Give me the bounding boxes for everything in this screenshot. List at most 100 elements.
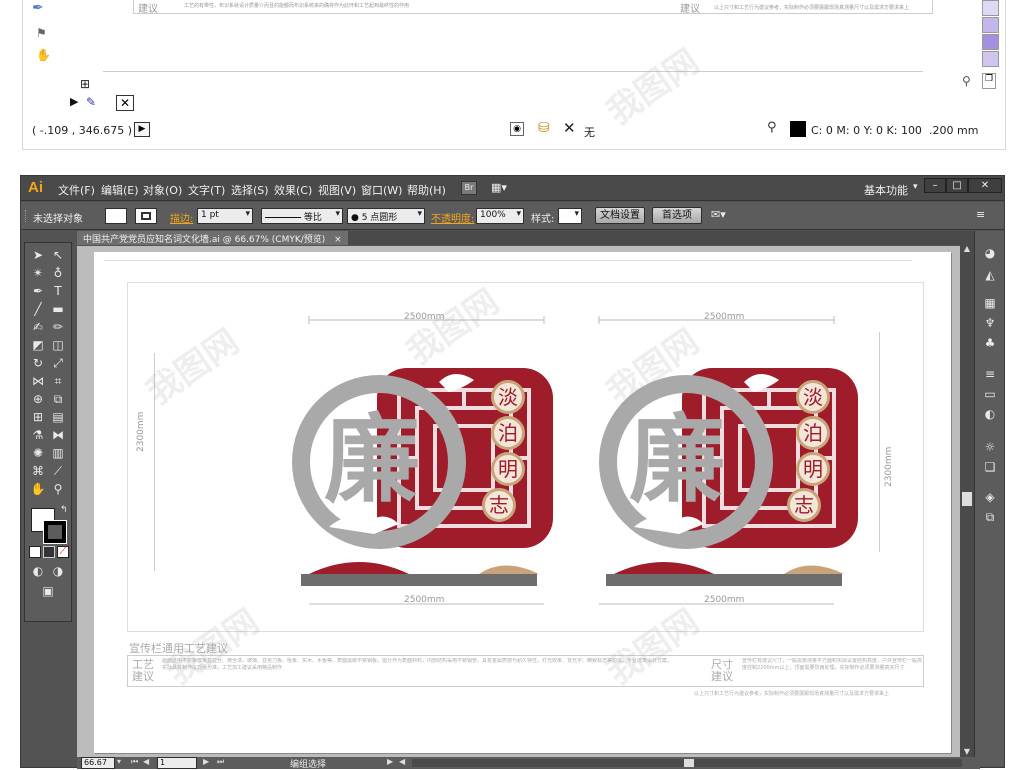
scale-icon[interactable]: ⤢ — [49, 355, 67, 371]
scroll-up-icon[interactable]: ▲ — [961, 244, 973, 254]
draw-behind-icon[interactable]: ◑ — [49, 563, 67, 579]
zoom-dropdown-icon[interactable]: ▾ — [117, 757, 121, 766]
gradient-mode-button[interactable] — [43, 546, 55, 558]
free-transform-icon[interactable]: ⌗ — [49, 373, 67, 389]
symbols-icon[interactable]: ♣ — [981, 335, 999, 351]
play-icon[interactable]: ▶ — [70, 95, 78, 108]
warp-icon[interactable]: ⚑ — [36, 26, 47, 40]
zoom-tool-icon[interactable]: ⚲ — [49, 481, 67, 497]
color-mode-button[interactable] — [29, 546, 41, 558]
transparency-icon[interactable]: ◐ — [981, 406, 999, 422]
close-button[interactable]: ✕ — [968, 178, 1002, 193]
stroke-label[interactable]: 描边: — [170, 210, 193, 225]
color-swatch[interactable] — [982, 34, 999, 50]
opacity-field[interactable]: 100% — [476, 208, 524, 224]
swap-colors-icon[interactable]: ↰ — [60, 505, 68, 515]
horizontal-scroll-thumb[interactable] — [684, 759, 694, 767]
stroke-swatch[interactable] — [135, 208, 157, 224]
copy-icon[interactable]: ❐ — [982, 73, 996, 89]
maximize-button[interactable]: □ — [946, 178, 968, 193]
variable-width-profile[interactable]: 等比 — [261, 208, 343, 224]
design-left[interactable]: 2500mm 2500mm 廉 淡 泊 明 志 — [289, 312, 569, 612]
artboard[interactable]: 2500mm 2500mm 廉 淡 泊 明 志 2300mm 2500mm 25… — [94, 252, 951, 753]
width-tool-icon[interactable]: ⋈ — [29, 373, 47, 389]
paintbrush-icon[interactable]: ✍ — [29, 319, 47, 335]
status-menu-icon[interactable]: ▶ — [387, 757, 393, 766]
graphic-styles-icon[interactable]: ❏ — [981, 459, 999, 475]
eyedropper-icon[interactable]: ✒ — [32, 0, 44, 16]
perspective-grid-icon[interactable]: ⧉ — [49, 391, 67, 407]
selection-tool-icon[interactable]: ➤ — [29, 247, 47, 263]
next-button[interactable]: ▶ — [134, 122, 150, 137]
paint-bucket-icon[interactable]: ⛁ — [538, 120, 550, 136]
menu-object[interactable]: 对象(O) — [143, 182, 182, 198]
pencil-icon[interactable]: ✏ — [49, 319, 67, 335]
line-tool-icon[interactable]: ╱ — [29, 301, 47, 317]
color-swatch[interactable] — [982, 0, 999, 16]
gradient-panel-icon[interactable]: ▭ — [981, 386, 999, 402]
horizontal-scrollbar[interactable] — [412, 759, 962, 767]
panel-menu-icon[interactable]: ≡ — [976, 208, 985, 221]
page-field[interactable]: 1 — [157, 757, 197, 769]
zoom-field[interactable]: 66.67 — [81, 757, 115, 769]
opacity-label[interactable]: 不透明度: — [431, 210, 474, 225]
first-page-icon[interactable]: ⏮ — [131, 757, 138, 767]
last-page-icon[interactable]: ⏭ — [217, 757, 224, 767]
bridge-button[interactable]: Br — [461, 181, 477, 195]
color-panel-icon[interactable]: ◕ — [981, 245, 999, 261]
none-mode-button[interactable]: ⟋ — [57, 546, 69, 558]
fill-swatch[interactable] — [105, 208, 127, 224]
eyedropper-tool-icon[interactable]: ⚗ — [29, 427, 47, 443]
scroll-down-icon[interactable]: ▼ — [961, 747, 973, 757]
camera-icon[interactable]: ◉ — [510, 122, 524, 136]
isolate-icon[interactable]: ✉▾ — [711, 208, 726, 221]
black-color-swatch[interactable] — [790, 121, 806, 137]
menu-edit[interactable]: 编辑(E) — [101, 182, 139, 198]
vertical-scrollbar[interactable]: ▲ ▼ — [960, 242, 974, 761]
layers-icon[interactable]: ◈ — [981, 489, 999, 505]
design-right[interactable]: 2500mm 2500mm 廉 淡 泊 明 志 — [594, 312, 874, 612]
menu-type[interactable]: 文字(T) — [188, 182, 225, 198]
lasso-icon[interactable]: ♁ — [49, 265, 67, 281]
slice-tool-icon[interactable]: ⟋ — [49, 463, 67, 479]
none-stroke-icon[interactable]: ✕ — [563, 119, 576, 137]
color-swatch[interactable] — [982, 17, 999, 33]
scroll-left-icon[interactable]: ◀ — [399, 757, 405, 766]
draw-mode-icon[interactable]: ◐ — [29, 563, 47, 579]
brush-definition[interactable]: ● 5 点圆形 — [347, 208, 425, 224]
stroke-panel-icon[interactable]: ≡ — [981, 366, 999, 382]
zoom-icon[interactable]: ⚲ — [962, 74, 971, 88]
stroke-color-box[interactable] — [43, 520, 67, 544]
artboards-icon[interactable]: ⧉ — [981, 509, 999, 525]
pen-icon[interactable]: ✎ — [86, 95, 96, 109]
document-setup-button[interactable]: 文档设置 — [595, 207, 645, 224]
appearance-icon[interactable]: ☼ — [981, 439, 999, 455]
menu-effect[interactable]: 效果(C) — [274, 182, 312, 198]
stroke-weight-field[interactable]: 1 pt — [197, 208, 253, 224]
scroll-thumb[interactable] — [962, 492, 972, 506]
hand-icon[interactable]: ✋ — [36, 48, 51, 62]
menu-help[interactable]: 帮助(H) — [407, 182, 446, 198]
next-page-icon[interactable]: ▶ — [203, 757, 209, 766]
symbol-sprayer-icon[interactable]: ✺ — [29, 445, 47, 461]
menu-view[interactable]: 视图(V) — [318, 182, 356, 198]
direct-selection-tool-icon[interactable]: ↖ — [49, 247, 67, 263]
color-swatch[interactable] — [982, 51, 999, 67]
color-swatch-column[interactable] — [982, 0, 999, 70]
column-graph-icon[interactable]: ▥ — [49, 445, 67, 461]
minimize-button[interactable]: – — [924, 178, 946, 193]
close-tab-icon[interactable]: × — [334, 235, 342, 245]
menu-window[interactable]: 窗口(W) — [361, 182, 402, 198]
chevron-down-icon[interactable]: ▾ — [913, 182, 918, 192]
document-tab[interactable]: 中国共产党党员应知名词文化墙.ai @ 66.67% (CMYK/预览) × — [77, 231, 348, 245]
mesh-icon[interactable]: ⊞ — [29, 409, 47, 425]
blend-icon[interactable]: ⧓ — [49, 427, 67, 443]
workspace-switcher[interactable]: 基本功能 — [864, 182, 908, 198]
no-fill-swatch[interactable]: ✕ — [116, 95, 134, 111]
graphic-style-swatch[interactable] — [558, 208, 582, 224]
menu-select[interactable]: 选择(S) — [231, 182, 269, 198]
menu-file[interactable]: 文件(F) — [58, 182, 95, 198]
rotate-icon[interactable]: ↻ — [29, 355, 47, 371]
color-guide-icon[interactable]: ◭ — [981, 267, 999, 283]
shape-builder-icon[interactable]: ⊕ — [29, 391, 47, 407]
